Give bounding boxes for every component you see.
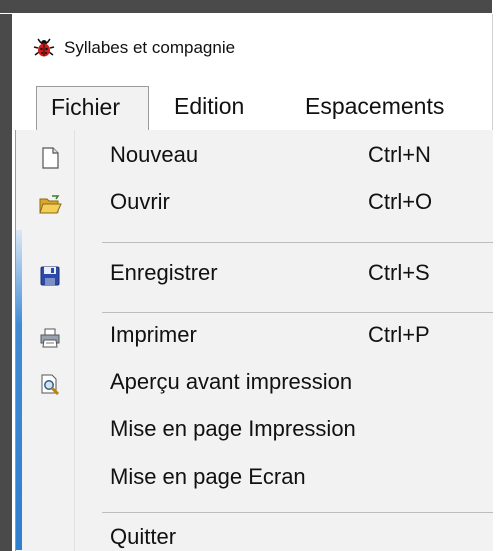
menu-item-shortcut: Ctrl+P [368,322,430,347]
open-folder-icon [39,195,62,214]
menu-item-imprimer[interactable]: Imprimer Ctrl+P [16,316,493,360]
menu-item-label: Imprimer [110,322,197,347]
menu-item-mise-en-page-impression[interactable]: Mise en page Impression [16,410,493,454]
menu-item-nouveau[interactable]: Nouveau Ctrl+N [16,136,493,180]
menu-item-shortcut: Ctrl+N [368,142,431,167]
menu-item-ouvrir[interactable]: Ouvrir Ctrl+O [16,183,493,227]
menu-separator [102,242,493,243]
menu-item-label: Quitter [110,524,177,549]
print-preview-icon [41,374,60,396]
menu-item-shortcut: Ctrl+O [368,189,433,214]
menu-item-enregistrer[interactable]: Enregistrer Ctrl+S [16,254,493,298]
window-top-border [0,0,499,14]
menu-bar: Fichier Edition Espacements [12,86,492,130]
save-disk-icon [40,266,60,286]
new-document-icon [42,147,59,169]
menu-item-label: Aperçu avant impression [110,369,353,394]
menu-item-shortcut: Ctrl+S [368,260,430,285]
menu-item-label: Mise en page Impression [110,416,356,441]
menu-item-mise-en-page-ecran[interactable]: Mise en page Ecran [16,458,493,502]
menu-item-label: Ouvrir [110,189,170,214]
menu-item-label: Enregistrer [110,260,218,285]
screenshot: Syllabes et compagnie Fichier Edition Es… [0,0,499,551]
menu-espacements[interactable]: Espacements [305,86,444,130]
menu-item-quitter[interactable]: Quitter [16,518,493,551]
app-window: Syllabes et compagnie Fichier Edition Es… [12,14,493,551]
window-left-border [0,14,12,551]
ladybug-icon [33,38,55,57]
title-bar[interactable]: Syllabes et compagnie [12,14,492,76]
printer-icon [40,328,60,348]
file-menu-dropdown: Nouveau Ctrl+N Ouvrir Ctrl+O Enregistrer… [15,130,493,551]
menu-item-label: Mise en page Ecran [110,464,306,489]
menu-separator [102,312,493,313]
menu-item-label: Nouveau [110,142,199,167]
menu-edition[interactable]: Edition [174,86,244,130]
window-title: Syllabes et compagnie [64,38,236,57]
menu-fichier[interactable]: Fichier [36,86,149,130]
menu-item-apercu-avant-impression[interactable]: Aperçu avant impression [16,363,493,407]
menu-separator [102,512,493,513]
